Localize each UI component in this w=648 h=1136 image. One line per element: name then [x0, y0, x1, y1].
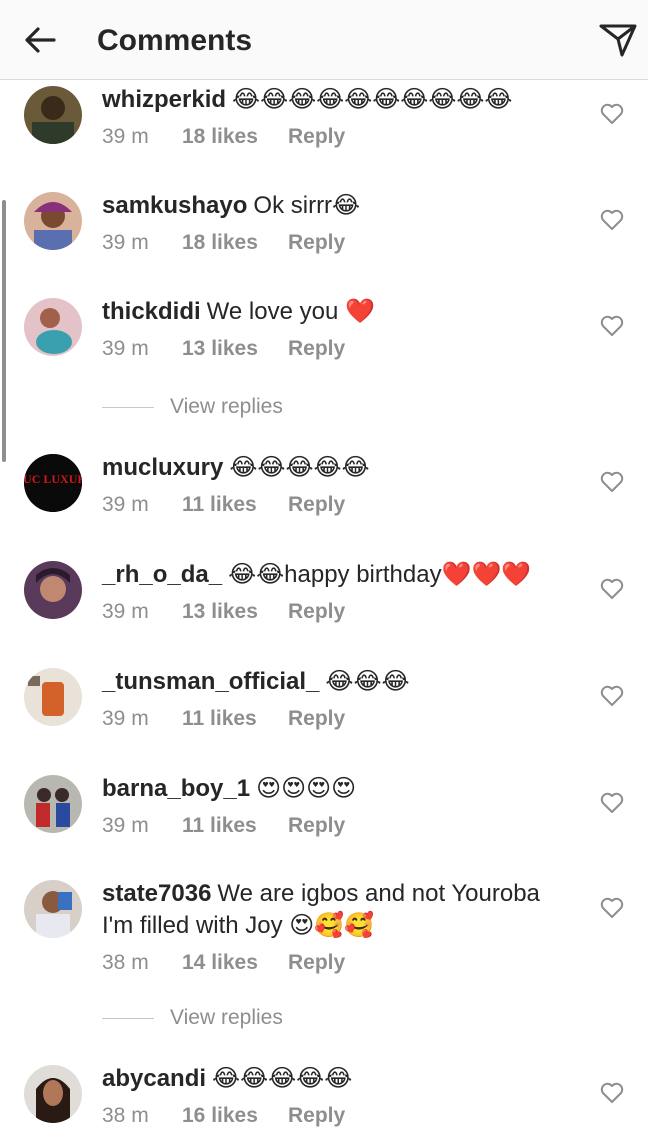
- likes-count[interactable]: 18 likes: [182, 123, 288, 151]
- avatar[interactable]: [24, 192, 82, 250]
- likes-count[interactable]: 13 likes: [182, 335, 288, 363]
- heart-icon[interactable]: [600, 209, 624, 231]
- comment-content: 😂😂😂😂😂: [229, 454, 370, 481]
- comment-text: _rh_o_da_ 😂😂happy birthday❤️❤️❤️: [102, 559, 572, 591]
- username[interactable]: abycandi: [102, 1065, 206, 1092]
- likes-count[interactable]: 11 likes: [182, 812, 288, 840]
- username[interactable]: thickdidi: [102, 298, 201, 325]
- likes-count[interactable]: 18 likes: [182, 229, 288, 257]
- heart-icon[interactable]: [600, 103, 624, 125]
- username[interactable]: samkushayo: [102, 192, 247, 219]
- heart-icon[interactable]: [600, 1082, 624, 1104]
- heart-icon[interactable]: [600, 471, 624, 493]
- timestamp: 39 m: [102, 493, 149, 516]
- view-replies-button[interactable]: View replies: [102, 1003, 402, 1033]
- timestamp: 38 m: [102, 1104, 149, 1127]
- comment-content: 😂😂😂😂😂: [212, 1065, 353, 1092]
- comment-text: samkushayo Ok sirrr😂: [102, 190, 572, 222]
- avatar[interactable]: [24, 668, 82, 726]
- username[interactable]: barna_boy_1: [102, 775, 250, 802]
- comment-content: Ok sirrr😂: [253, 192, 361, 219]
- comment-content: 😂😂😂: [325, 668, 410, 695]
- heart-icon[interactable]: [600, 315, 624, 337]
- reply-button[interactable]: Reply: [288, 600, 345, 623]
- divider: [102, 406, 154, 408]
- view-replies-label: View replies: [170, 1006, 283, 1029]
- timestamp: 39 m: [102, 600, 149, 623]
- reply-button[interactable]: Reply: [288, 493, 345, 516]
- username[interactable]: _tunsman_official_: [102, 668, 319, 695]
- heart-icon[interactable]: [600, 578, 624, 600]
- view-replies-button[interactable]: View replies: [102, 392, 402, 422]
- comment-text: whizperkid 😂😂😂😂😂😂😂😂😂😂: [102, 84, 572, 116]
- comment-text: thickdidi We love you ❤️: [102, 296, 572, 328]
- comment-text: barna_boy_1 😍😍😍😍: [102, 773, 572, 805]
- avatar[interactable]: [24, 880, 82, 938]
- avatar[interactable]: MUC LUXURY: [24, 454, 82, 512]
- heart-icon[interactable]: [600, 792, 624, 814]
- reply-button[interactable]: Reply: [288, 814, 345, 837]
- username[interactable]: _rh_o_da_: [102, 561, 222, 588]
- reply-button[interactable]: Reply: [288, 951, 345, 974]
- reply-button[interactable]: Reply: [288, 1104, 345, 1127]
- divider: [102, 1017, 154, 1019]
- page-title: Comments: [97, 24, 253, 57]
- arrow-left-icon[interactable]: [22, 22, 58, 58]
- reply-button[interactable]: Reply: [288, 231, 345, 254]
- comment-content: 😍😍😍😍: [256, 775, 357, 802]
- likes-count[interactable]: 14 likes: [182, 949, 288, 977]
- avatar[interactable]: [24, 1065, 82, 1123]
- avatar-logo-text: MUC LUXURY: [24, 472, 82, 486]
- avatar[interactable]: [24, 775, 82, 833]
- likes-count[interactable]: 16 likes: [182, 1102, 288, 1130]
- username[interactable]: state7036: [102, 880, 211, 907]
- likes-count[interactable]: 11 likes: [182, 705, 288, 733]
- timestamp: 39 m: [102, 814, 149, 837]
- scrollbar[interactable]: [2, 200, 6, 462]
- comment-text: state7036 We are igbos and not Youroba I'…: [102, 878, 572, 942]
- timestamp: 39 m: [102, 125, 149, 148]
- reply-button[interactable]: Reply: [288, 337, 345, 360]
- comment-content: We love you ❤️: [206, 298, 375, 325]
- comment-text: _tunsman_official_ 😂😂😂: [102, 666, 572, 698]
- reply-button[interactable]: Reply: [288, 125, 345, 148]
- username[interactable]: whizperkid: [102, 86, 226, 113]
- timestamp: 39 m: [102, 337, 149, 360]
- likes-count[interactable]: 11 likes: [182, 491, 288, 519]
- top-bar: Comments: [0, 0, 648, 80]
- heart-icon[interactable]: [600, 685, 624, 707]
- comment-text: abycandi 😂😂😂😂😂: [102, 1063, 572, 1095]
- comment-content: 😂😂😂😂😂😂😂😂😂😂: [232, 86, 513, 113]
- avatar[interactable]: [24, 298, 82, 356]
- send-icon[interactable]: [598, 22, 638, 58]
- timestamp: 39 m: [102, 231, 149, 254]
- likes-count[interactable]: 13 likes: [182, 598, 288, 626]
- view-replies-label: View replies: [170, 395, 283, 418]
- timestamp: 39 m: [102, 707, 149, 730]
- avatar[interactable]: [24, 86, 82, 144]
- heart-icon[interactable]: [600, 897, 624, 919]
- comment-content: 😂😂happy birthday❤️❤️❤️: [228, 561, 532, 588]
- username[interactable]: mucluxury: [102, 454, 223, 481]
- timestamp: 38 m: [102, 951, 149, 974]
- reply-button[interactable]: Reply: [288, 707, 345, 730]
- comment-text: mucluxury 😂😂😂😂😂: [102, 452, 572, 484]
- avatar[interactable]: [24, 561, 82, 619]
